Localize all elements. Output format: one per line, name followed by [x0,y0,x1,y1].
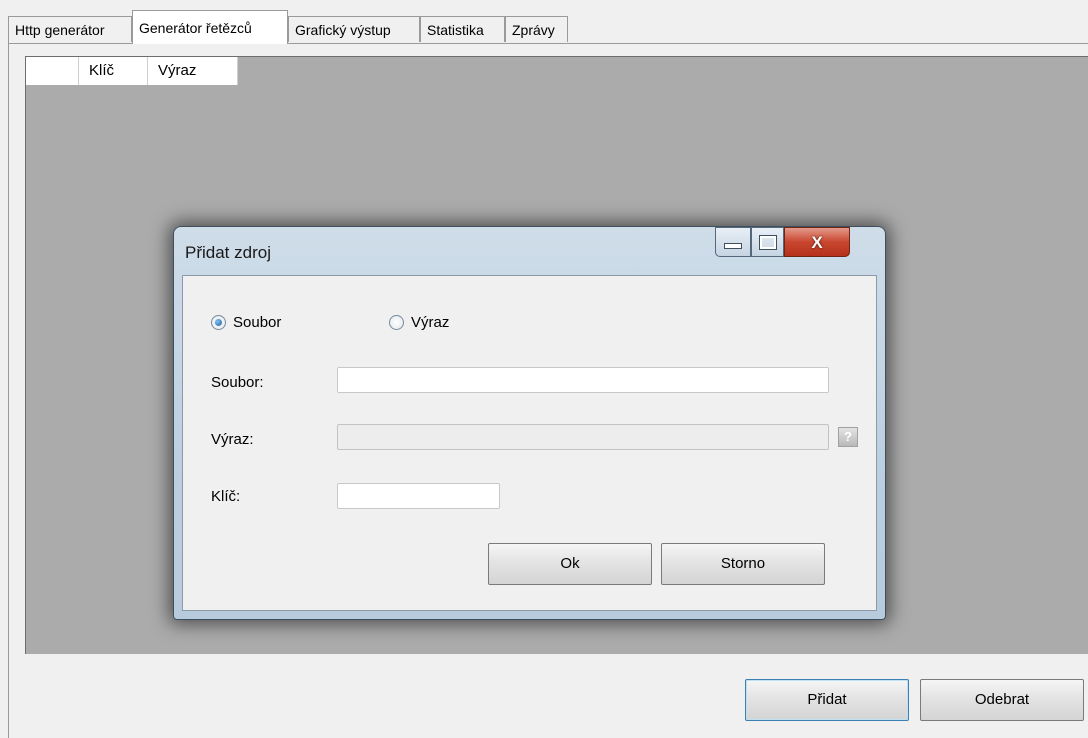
tab-string-generator[interactable]: Generátor řetězců [132,10,288,44]
close-button[interactable]: X [784,227,850,257]
minimize-button[interactable] [715,227,751,257]
file-input[interactable] [337,367,829,393]
cancel-button[interactable]: Storno [661,543,825,585]
main-window: Http generátor Generátor řetězců Grafick… [0,0,1088,738]
file-label: Soubor: [211,374,264,391]
key-input[interactable] [337,483,500,509]
expression-input[interactable] [337,424,829,450]
minimize-icon [724,243,742,249]
add-button[interactable]: Přidat [745,679,909,721]
dialog-title: Přidat zdroj [185,243,271,262]
expression-label: Výraz: [211,431,254,448]
dialog-client-area: Soubor Výraz Soubor: Výraz: ? Klíč: Ok S… [182,275,877,611]
grid-row-header-column[interactable] [26,57,79,85]
tab-http-generator[interactable]: Http generátor [8,16,132,42]
grid-column-expression[interactable]: Výraz [148,57,238,85]
close-icon: X [811,232,823,252]
remove-button[interactable]: Odebrat [920,679,1084,721]
key-label: Klíč: [211,488,241,505]
window-left-border [8,16,9,738]
tab-messages[interactable]: Zprávy [505,16,568,42]
radio-expression-label: Výraz [411,314,450,331]
radio-checked-icon[interactable] [211,315,226,330]
grid-header: Klíč Výraz [26,57,238,85]
tab-graphic-output[interactable]: Grafický výstup [288,16,420,42]
grid-column-key[interactable]: Klíč [79,57,148,85]
radio-unchecked-icon[interactable] [389,315,404,330]
ok-button[interactable]: Ok [488,543,652,585]
radio-file[interactable]: Soubor [211,314,281,331]
help-icon[interactable]: ? [838,427,858,447]
radio-file-label: Soubor [233,314,282,331]
radio-expression[interactable]: Výraz [389,314,449,331]
tab-statistics[interactable]: Statistika [420,16,505,42]
maximize-icon [758,234,777,250]
add-source-dialog: Přidat zdroj X Soubor Výraz Soubor: Výra… [173,226,886,620]
maximize-button[interactable] [751,227,784,257]
